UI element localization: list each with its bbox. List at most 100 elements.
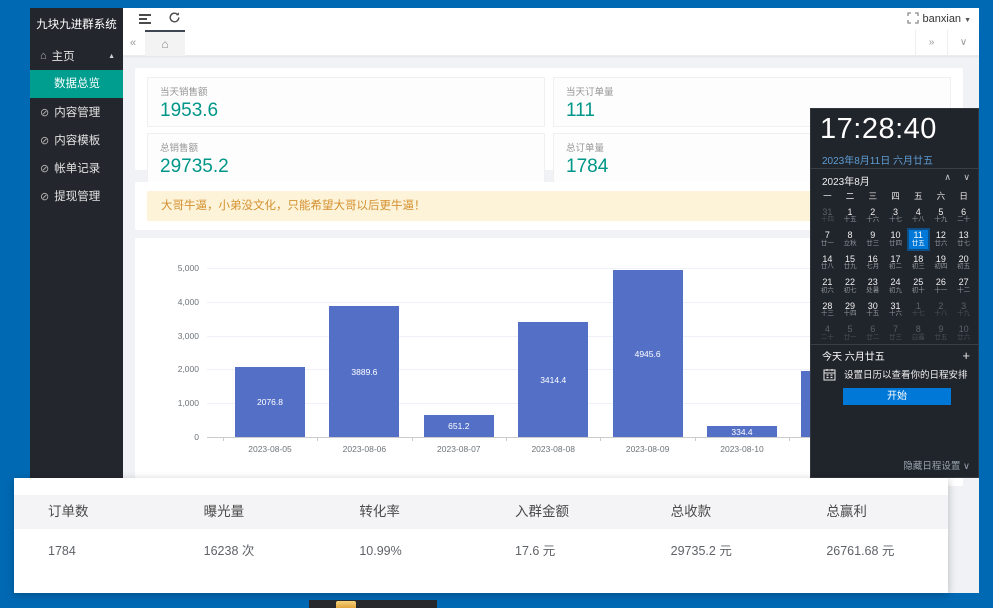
calendar-day[interactable]: 18初三 — [907, 251, 930, 275]
day-lunar-label: 十一 — [934, 288, 947, 295]
calendar-day[interactable]: 6廿二 — [861, 322, 884, 346]
x-axis-tick — [695, 437, 696, 441]
tabs-scroll-left-icon[interactable]: « — [130, 30, 136, 56]
calendar-next-icon[interactable]: ∨ — [963, 172, 970, 183]
calendar-day[interactable]: 13廿七 — [952, 228, 975, 252]
calendar-day[interactable]: 14廿八 — [816, 251, 839, 275]
calendar-day[interactable]: 24初九 — [884, 275, 907, 299]
calendar-day[interactable]: 17初二 — [884, 251, 907, 275]
x-axis-tick — [317, 437, 318, 441]
day-lunar-label: 廿三 — [889, 335, 902, 342]
sidebar-item-内容模板[interactable]: ⊘内容模板 — [30, 126, 123, 154]
calendar-day[interactable]: 5十九 — [930, 204, 953, 228]
hide-agenda-toggle[interactable]: 隐藏日程设置 ∨ — [903, 458, 970, 472]
day-lunar-label: 十九 — [934, 217, 947, 224]
calendar-day[interactable]: 8白露 — [907, 322, 930, 346]
calendar-day[interactable]: 1十七 — [907, 298, 930, 322]
calendar-day[interactable]: 10廿四 — [884, 228, 907, 252]
tab-home[interactable]: ⌂ — [145, 30, 185, 56]
calendar-day[interactable]: 29十四 — [839, 298, 862, 322]
day-lunar-label: 初二 — [889, 264, 902, 271]
calendar-day[interactable]: 6二十 — [952, 204, 975, 228]
tab-bar: « ⌂ » ∨ — [123, 30, 979, 56]
calendar-day[interactable]: 27十二 — [952, 275, 975, 299]
table-header-cell: 总赢利 — [792, 495, 948, 529]
user-dropdown[interactable]: banxian▼ — [923, 8, 971, 30]
x-axis-category-label: 2023-08-06 — [317, 444, 411, 454]
summary-table-window: 订单数曝光量转化率入群金额总收款总赢利 178416238 次10.99%17.… — [14, 478, 948, 593]
calendar-day[interactable]: 23处暑 — [861, 275, 884, 299]
tabs-scroll-right-icon[interactable]: » — [915, 30, 947, 56]
sidebar-item-label: 内容管理 — [54, 104, 100, 120]
calendar-day[interactable]: 10廿六 — [952, 322, 975, 346]
calendar-day[interactable]: 3十七 — [884, 204, 907, 228]
calendar-day[interactable]: 4二十 — [816, 322, 839, 346]
sidebar-item-内容管理[interactable]: ⊘内容管理 — [30, 98, 123, 126]
sidebar-item-帐单记录[interactable]: ⊘帐单记录 — [30, 154, 123, 182]
calendar-month-label[interactable]: 2023年8月 — [822, 173, 870, 188]
day-lunar-label: 十四 — [821, 217, 834, 224]
calendar-day[interactable]: 2十八 — [930, 298, 953, 322]
calendar-day[interactable]: 12廿六 — [930, 228, 953, 252]
calendar-day[interactable]: 28十三 — [816, 298, 839, 322]
calendar-day[interactable]: 4十八 — [907, 204, 930, 228]
add-event-button[interactable]: + — [962, 348, 970, 363]
table-value-cell: 10.99% — [325, 529, 481, 573]
day-lunar-label: 立秋 — [844, 241, 857, 248]
calendar-day[interactable]: 22初七 — [839, 275, 862, 299]
refresh-icon[interactable] — [168, 11, 184, 25]
day-lunar-label: 廿一 — [821, 241, 834, 248]
calendar-day[interactable]: 21初六 — [816, 275, 839, 299]
calendar-day[interactable]: 3十九 — [952, 298, 975, 322]
sidebar-item-label: 帐单记录 — [54, 160, 100, 176]
day-lunar-label: 七月 — [866, 264, 879, 271]
calendar-day[interactable]: 15廿九 — [839, 251, 862, 275]
day-lunar-label: 十六 — [866, 217, 879, 224]
calendar-day[interactable]: 2十六 — [861, 204, 884, 228]
x-axis-tick — [789, 437, 790, 441]
taskbar-fragment[interactable] — [309, 600, 437, 608]
agenda-hint: 设置日历以查看你的日程安排 — [844, 367, 968, 381]
calendar-day[interactable]: 9廿五 — [930, 322, 953, 346]
day-lunar-label: 十九 — [957, 311, 970, 318]
x-axis-category-label: 2023-08-10 — [695, 444, 789, 454]
sidebar-item-data-overview[interactable]: 数据总览 — [30, 70, 123, 98]
bar-value-label: 3889.6 — [329, 367, 399, 377]
collapse-menu-icon[interactable] — [139, 12, 155, 26]
start-button[interactable]: 开始 — [843, 388, 951, 405]
calendar-day[interactable]: 5廿一 — [839, 322, 862, 346]
day-lunar-label: 廿九 — [844, 264, 857, 271]
calendar-day-selected[interactable]: 11廿五 — [907, 228, 930, 252]
calendar-day[interactable]: 25初十 — [907, 275, 930, 299]
calendar-day[interactable]: 1十五 — [839, 204, 862, 228]
calendar-day[interactable]: 7廿一 — [816, 228, 839, 252]
table-value-cell: 1784 — [14, 529, 170, 573]
calendar-day[interactable]: 16七月 — [861, 251, 884, 275]
day-lunar-label: 初五 — [957, 264, 970, 271]
calendar-day[interactable]: 31十六 — [884, 298, 907, 322]
user-name: banxian — [923, 13, 962, 25]
y-axis-tick-label: 2,000 — [155, 364, 199, 374]
x-axis-category-label: 2023-08-05 — [223, 444, 317, 454]
calendar-day[interactable]: 19初四 — [930, 251, 953, 275]
table-value-cell: 17.6 元 — [481, 529, 637, 573]
day-lunar-label: 十八 — [934, 311, 947, 318]
calendar-day[interactable]: 9廿三 — [861, 228, 884, 252]
fullscreen-icon[interactable] — [907, 12, 923, 26]
calendar-day[interactable]: 8立秋 — [839, 228, 862, 252]
clock-date: 2023年8月11日 六月廿五 — [822, 152, 933, 167]
calendar-day[interactable]: 26十一 — [930, 275, 953, 299]
weekday-label: 三 — [861, 190, 884, 202]
calendar-day[interactable]: 30十五 — [861, 298, 884, 322]
tabs-menu-icon[interactable]: ∨ — [947, 30, 979, 56]
calendar-day[interactable]: 31十四 — [816, 204, 839, 228]
calendar-prev-icon[interactable]: ∧ — [944, 172, 951, 183]
stat-card: 总销售额29735.2 — [147, 133, 545, 183]
y-axis-tick-label: 1,000 — [155, 398, 199, 408]
calendar-day[interactable]: 7廿三 — [884, 322, 907, 346]
calendar-day[interactable]: 20初五 — [952, 251, 975, 275]
sidebar-item-home[interactable]: ⌂ 主页 ▲ — [30, 42, 123, 70]
day-lunar-label: 十六 — [889, 311, 902, 318]
menu-circle-icon: ⊘ — [40, 190, 49, 203]
sidebar-item-提现管理[interactable]: ⊘提现管理 — [30, 182, 123, 210]
